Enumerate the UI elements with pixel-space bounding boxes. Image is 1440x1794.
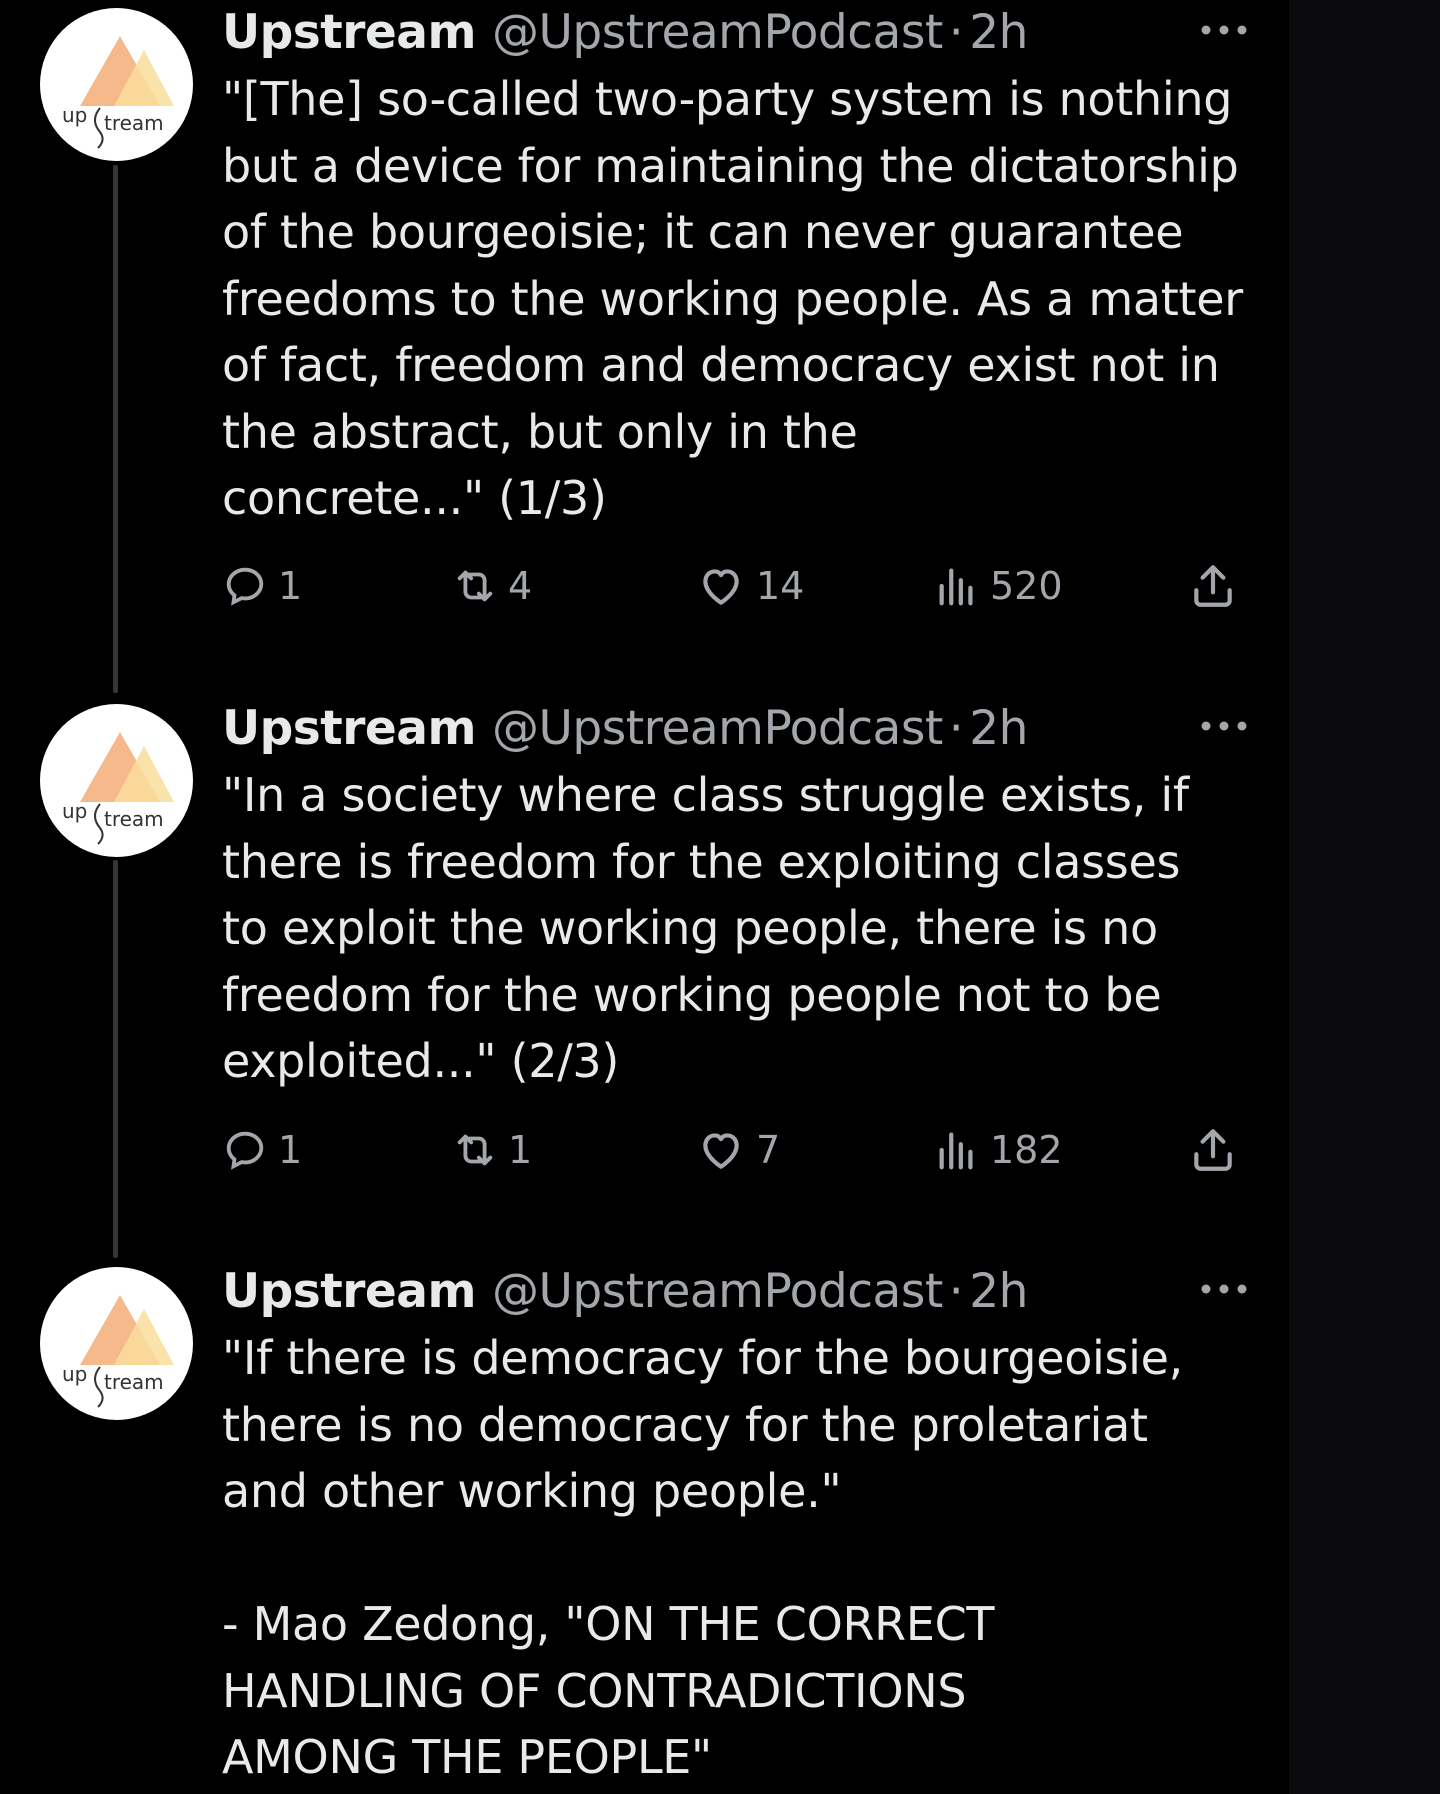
more-icon[interactable] [1196, 16, 1252, 44]
svg-text:up: up [62, 103, 87, 127]
repost-icon [457, 570, 493, 602]
tweet[interactable]: up tream Upstream @UpstreamPodcast · 2h … [0, 0, 1289, 690]
separator: · [948, 700, 964, 756]
tweet[interactable]: up tream Upstream @UpstreamPodcast · 2h … [0, 1259, 1289, 1794]
author-handle[interactable]: @UpstreamPodcast [492, 1264, 943, 1319]
repost-count: 1 [508, 1128, 533, 1172]
views-button[interactable]: 182 [934, 1120, 1063, 1180]
svg-text:tream: tream [104, 1370, 164, 1394]
reply-count: 1 [278, 1128, 303, 1172]
tweet-content: Upstream @UpstreamPodcast · 2h "If there… [222, 1259, 1252, 1791]
upstream-logo-icon: up tream [62, 1295, 174, 1408]
reply-button[interactable]: 1 [222, 556, 302, 616]
author-name[interactable]: Upstream [222, 701, 477, 756]
like-count: 7 [756, 1128, 781, 1172]
share-icon [1194, 1129, 1232, 1171]
upstream-logo-icon: up tream [62, 732, 174, 845]
like-count: 14 [756, 564, 805, 608]
upstream-logo-icon: up tream [62, 36, 174, 149]
share-icon [1194, 565, 1232, 607]
reply-button[interactable]: 1 [222, 1120, 302, 1180]
timestamp[interactable]: 2h [969, 701, 1028, 756]
like-button[interactable]: 7 [696, 1120, 780, 1180]
more-icon[interactable] [1196, 712, 1252, 740]
share-button[interactable] [1188, 1120, 1238, 1180]
svg-text:tream: tream [104, 111, 164, 135]
svg-text:tream: tream [104, 807, 164, 831]
right-panel [1289, 0, 1440, 1794]
author-handle[interactable]: @UpstreamPodcast [492, 5, 943, 60]
repost-icon [457, 1134, 493, 1166]
share-button[interactable] [1188, 556, 1238, 616]
svg-text:up: up [62, 799, 87, 823]
reply-icon [226, 1131, 264, 1170]
avatar[interactable]: up tream [40, 8, 193, 161]
author-name[interactable]: Upstream [222, 5, 477, 60]
views-icon [939, 1132, 973, 1170]
reply-count: 1 [278, 564, 303, 608]
views-button[interactable]: 520 [934, 556, 1063, 616]
svg-text:up: up [62, 1362, 87, 1386]
tweet-content: Upstream @UpstreamPodcast · 2h "[The] so… [222, 0, 1252, 532]
heart-icon [703, 569, 739, 605]
tweet-header: Upstream @UpstreamPodcast · 2h [222, 0, 1252, 64]
heart-icon [703, 1133, 739, 1169]
reply-icon [226, 567, 264, 606]
action-bar: 1 4 14 520 [222, 556, 1252, 616]
repost-button[interactable]: 1 [452, 1120, 532, 1180]
tweet-content: Upstream @UpstreamPodcast · 2h "In a soc… [222, 696, 1252, 1095]
tweet-text: "If there is democracy for the bourgeois… [222, 1331, 1183, 1784]
timestamp[interactable]: 2h [969, 1264, 1028, 1319]
tweet[interactable]: up tream Upstream @UpstreamPodcast · 2h … [0, 696, 1289, 1256]
views-icon [939, 568, 973, 606]
tweet-text: "In a society where class struggle exist… [222, 768, 1189, 1088]
tweet-header: Upstream @UpstreamPodcast · 2h [222, 1259, 1252, 1323]
like-button[interactable]: 14 [696, 556, 804, 616]
views-count: 520 [990, 564, 1063, 608]
views-count: 182 [990, 1128, 1063, 1172]
tweet-text: "[The] so-called two-party system is not… [222, 72, 1243, 525]
more-icon[interactable] [1196, 1275, 1252, 1303]
separator: · [948, 1263, 964, 1319]
action-bar: 1 1 7 182 [222, 1120, 1252, 1180]
repost-button[interactable]: 4 [452, 556, 532, 616]
tweet-header: Upstream @UpstreamPodcast · 2h [222, 696, 1252, 760]
timestamp[interactable]: 2h [969, 5, 1028, 60]
avatar[interactable]: up tream [40, 704, 193, 857]
author-name[interactable]: Upstream [222, 1264, 477, 1319]
repost-count: 4 [508, 564, 533, 608]
author-handle[interactable]: @UpstreamPodcast [492, 701, 943, 756]
avatar[interactable]: up tream [40, 1267, 193, 1420]
separator: · [948, 4, 964, 60]
